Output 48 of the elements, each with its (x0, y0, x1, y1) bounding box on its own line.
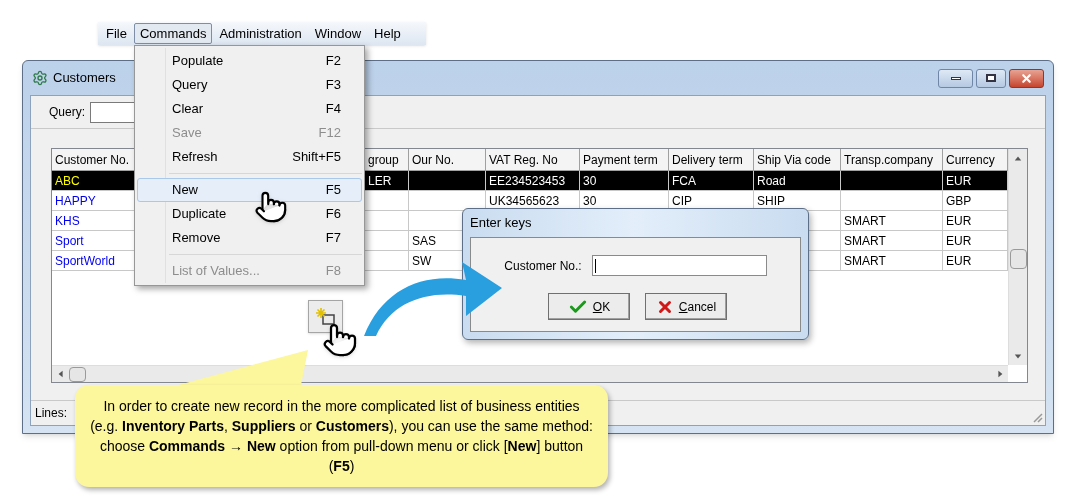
close-icon (1020, 71, 1033, 85)
column-header[interactable]: Customer No. (52, 149, 135, 171)
column-header[interactable]: group (365, 149, 409, 171)
ok-button[interactable]: OK (548, 293, 630, 320)
menu-item[interactable]: Commands (133, 23, 213, 44)
status-label: Lines: (35, 405, 68, 422)
customer-no-field[interactable] (591, 255, 767, 276)
column-header[interactable]: Transp.company (841, 149, 943, 171)
table-cell: SMART (841, 251, 943, 271)
sparkle-icon (314, 306, 337, 327)
vertical-scrollbar[interactable] (1008, 149, 1027, 365)
new-button[interactable] (308, 300, 343, 333)
resize-grip-icon[interactable] (1031, 411, 1043, 423)
gear-icon (32, 70, 48, 86)
maximize-button[interactable] (976, 68, 1006, 88)
scrollbar-thumb[interactable] (69, 366, 86, 382)
menu-option[interactable]: Populate F2 (137, 49, 362, 73)
query-label: Query: (49, 104, 85, 121)
field-label: Customer No.: (504, 257, 582, 275)
menu-option[interactable]: Query F3 (137, 73, 362, 97)
column-header[interactable]: Ship Via code (754, 149, 841, 171)
menu-item[interactable]: Administration (213, 23, 308, 44)
window-title: Customers (53, 69, 116, 88)
scroll-right-icon[interactable] (995, 370, 1004, 378)
scroll-down-icon[interactable] (1014, 352, 1022, 360)
scrollbar-thumb[interactable] (1009, 249, 1027, 269)
menu-option[interactable]: Refresh Shift+F5 (137, 145, 362, 169)
column-header[interactable]: Our No. (409, 149, 486, 171)
menu-option[interactable]: Remove F7 (137, 226, 362, 250)
dialog-title: Enter keys (470, 214, 532, 233)
hand-cursor-icon (322, 322, 358, 358)
callout-text: In order to create new record in the more complicated list of business entities (e.g. Inventory Parts, Suppliers or Customers), you can use the same method: choose Commands → New option from pull-down menu or click [New] button (F5) (89, 397, 594, 476)
scroll-up-icon[interactable] (1014, 155, 1022, 163)
minimize-button[interactable] (938, 68, 973, 88)
menu-option[interactable]: Clear F4 (137, 97, 362, 121)
menu-item[interactable]: Window (308, 23, 368, 44)
menu-option[interactable]: New F5 (137, 178, 362, 202)
cancel-button[interactable]: Cancel (645, 293, 727, 320)
menu-item[interactable]: File (100, 23, 133, 44)
hand-cursor-icon (254, 190, 288, 224)
scroll-left-icon[interactable] (56, 370, 65, 378)
column-header[interactable]: Payment term (580, 149, 669, 171)
menu-item[interactable]: Help (368, 23, 407, 44)
column-header[interactable]: Delivery term (669, 149, 754, 171)
column-header[interactable]: VAT Reg. No (486, 149, 580, 171)
horizontal-scrollbar[interactable] (52, 365, 1008, 382)
close-button[interactable] (1009, 68, 1044, 88)
column-header[interactable]: Currency (943, 149, 1008, 171)
